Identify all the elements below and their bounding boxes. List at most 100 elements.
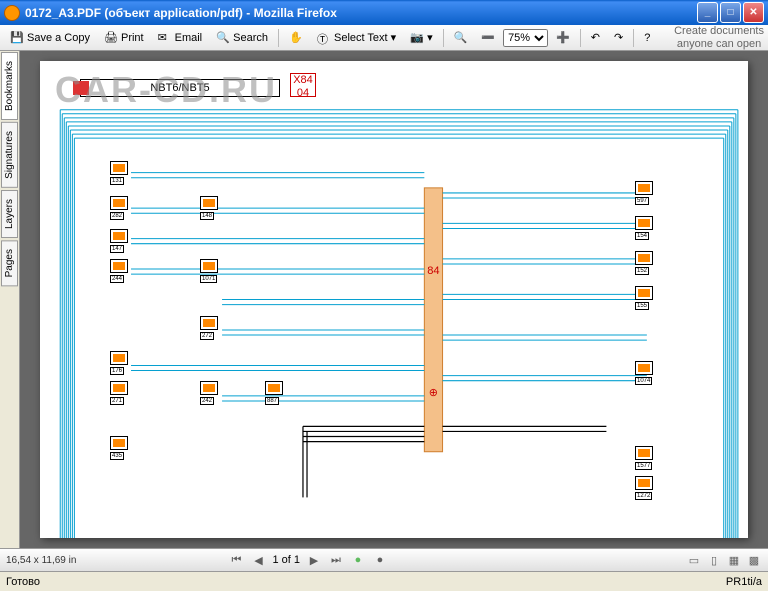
component-box (635, 361, 653, 375)
component-box (635, 181, 653, 195)
component-box (110, 161, 128, 175)
email-icon: ✉ (158, 31, 172, 45)
component-label: 155 (635, 302, 649, 310)
toolbar-separator (580, 29, 581, 47)
back-button[interactable]: ● (350, 552, 366, 568)
dropdown-icon: ▾ (391, 31, 397, 44)
component-box (635, 446, 653, 460)
rotate-cw-button[interactable]: ↷ (608, 28, 629, 47)
page-layout-cont-icon[interactable]: ▯ (706, 552, 722, 568)
print-button[interactable]: 🖨 Print (98, 28, 150, 48)
component-label: 282 (110, 212, 124, 220)
note-line1: Create documents (674, 25, 764, 37)
page-layout-facing-icon[interactable]: ▦ (726, 552, 742, 568)
component-label: 131 (110, 177, 124, 185)
select-text-button[interactable]: Ⓣ Select Text ▾ (311, 28, 402, 48)
select-text-label: Select Text (334, 32, 388, 44)
window-buttons: _ □ ✕ (697, 2, 764, 23)
tab-signatures[interactable]: Signatures (1, 122, 18, 188)
snapshot-button[interactable]: 📷▾ (404, 28, 439, 48)
window-title: 0172_A3.PDF (объект application/pdf) - M… (25, 6, 697, 20)
search-button[interactable]: 🔍 Search (210, 28, 274, 48)
toolbar-separator (633, 29, 634, 47)
pdf-page: CAR-CD.RU NBT6/NBT5 X84 04 (40, 61, 748, 538)
print-icon: 🖨 (104, 31, 118, 45)
zoom-out-button[interactable]: ➖ (475, 28, 501, 47)
component-label: 597 (635, 197, 649, 205)
last-page-button[interactable]: ⏭ (328, 552, 344, 568)
component-label: 152 (635, 267, 649, 275)
zoom-select[interactable]: 75% (503, 29, 548, 47)
component-box (265, 381, 283, 395)
pager-bar: 16,54 x 11,69 in ⏮ ◀ 1 of 1 ▶ ⏭ ● ● ▭ ▯ … (0, 548, 768, 571)
component-box (110, 381, 128, 395)
main-area: Bookmarks Signatures Layers Pages CAR-CD… (0, 51, 768, 548)
first-page-button[interactable]: ⏮ (228, 552, 244, 568)
save-icon: 💾 (10, 31, 24, 45)
component-label: 1272 (635, 492, 652, 500)
text-select-icon: Ⓣ (317, 31, 331, 45)
component-box (200, 381, 218, 395)
email-button[interactable]: ✉ Email (152, 28, 209, 48)
component-box (635, 476, 653, 490)
note-line2: anyone can open (674, 38, 764, 50)
zoom-in-button[interactable]: 🔍 (448, 28, 474, 47)
pager-nav: ⏮ ◀ 1 of 1 ▶ ⏭ ● ● (228, 552, 388, 568)
component-label: 271 (110, 397, 124, 405)
minimize-button[interactable]: _ (697, 2, 718, 23)
tab-bookmarks[interactable]: Bookmarks (1, 52, 18, 120)
status-right-label: PR1ti/a (726, 576, 762, 588)
component-label: 148 (200, 212, 214, 220)
prev-page-button[interactable]: ◀ (250, 552, 266, 568)
component-label: 176 (110, 367, 124, 375)
component-box (635, 216, 653, 230)
rotate-ccw-button[interactable]: ↶ (585, 28, 606, 47)
zoom-in-icon: 🔍 (454, 31, 468, 44)
next-page-button[interactable]: ▶ (306, 552, 322, 568)
component-box (200, 196, 218, 210)
component-box (110, 351, 128, 365)
forward-button[interactable]: ● (372, 552, 388, 568)
search-label: Search (233, 32, 268, 44)
zoom-out-icon: ➖ (481, 31, 495, 44)
pdf-viewport[interactable]: CAR-CD.RU NBT6/NBT5 X84 04 (20, 51, 768, 548)
watermark-text: CAR-CD.RU (55, 69, 277, 111)
tab-pages[interactable]: Pages (1, 240, 18, 286)
component-label: 1074 (635, 377, 652, 385)
page-layout-contfacing-icon[interactable]: ▩ (746, 552, 762, 568)
status-text: Готово (6, 576, 40, 588)
component-box (200, 316, 218, 330)
component-box (110, 196, 128, 210)
dropdown-icon: ▾ (427, 31, 433, 44)
wiring-diagram: 84 ⊕ 131 282 148 147 244 1071 272 17 (40, 61, 748, 538)
maximize-button[interactable]: □ (720, 2, 741, 23)
component-label: 147 (110, 245, 124, 253)
tab-layers[interactable]: Layers (1, 190, 18, 238)
component-label: 272 (200, 332, 214, 340)
camera-icon: 📷 (410, 31, 424, 45)
status-bar: Готово PR1ti/a (0, 571, 768, 591)
page-info: 1 of 1 (272, 554, 300, 566)
status-right: PR1ti/a (726, 576, 762, 588)
pager-right: ▭ ▯ ▦ ▩ (686, 552, 762, 568)
toolbar-separator (443, 29, 444, 47)
save-copy-label: Save a Copy (27, 32, 90, 44)
window-titlebar: 0172_A3.PDF (объект application/pdf) - M… (0, 0, 768, 25)
zoom-plus-button[interactable]: ➕ (550, 28, 576, 47)
email-label: Email (175, 32, 203, 44)
firefox-icon (4, 5, 20, 21)
close-button[interactable]: ✕ (743, 2, 764, 23)
page-layout-single-icon[interactable]: ▭ (686, 552, 702, 568)
page-dimensions: 16,54 x 11,69 in (6, 555, 76, 566)
hand-tool-button[interactable]: ✋ (283, 28, 309, 48)
pdf-toolbar: 💾 Save a Copy 🖨 Print ✉ Email 🔍 Search ✋… (0, 25, 768, 51)
component-label: 435 (110, 452, 124, 460)
help-button[interactable]: ? (638, 29, 656, 47)
side-tabs: Bookmarks Signatures Layers Pages (0, 51, 20, 548)
center-block-label: 84 (427, 265, 439, 277)
component-box (635, 286, 653, 300)
save-copy-button[interactable]: 💾 Save a Copy (4, 28, 96, 48)
component-label: 154 (635, 232, 649, 240)
component-label: 242 (200, 397, 214, 405)
component-label: 1071 (200, 275, 217, 283)
